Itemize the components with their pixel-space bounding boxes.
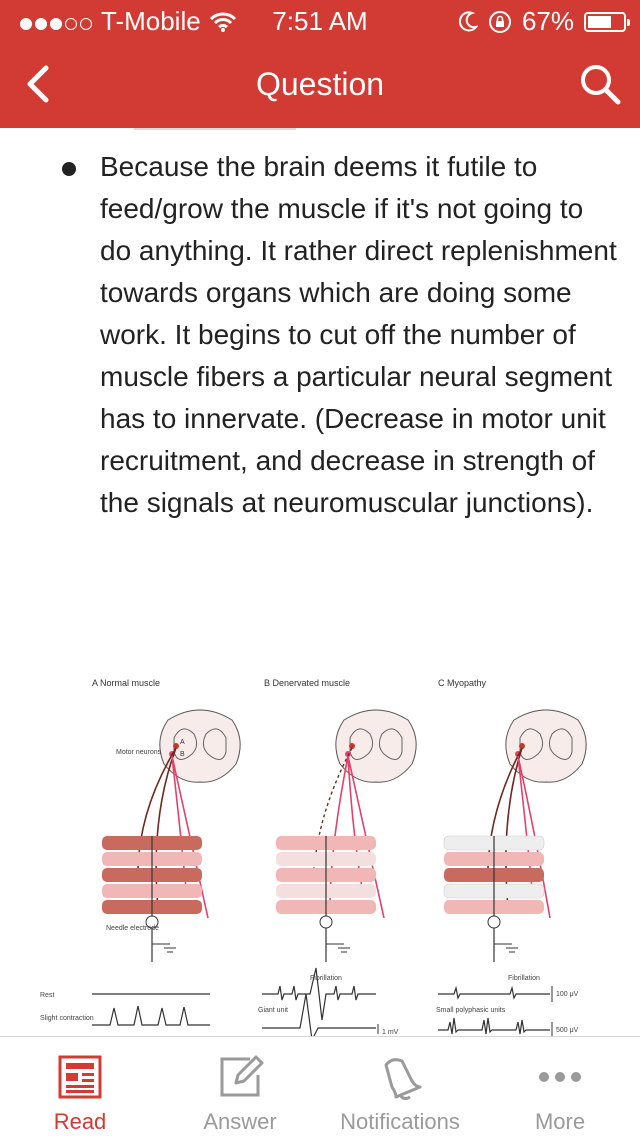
scale-1mv-label: 1 mV: [382, 1029, 399, 1036]
tab-read-label: Read: [53, 1109, 107, 1134]
small-polyphasic-label: Small polyphasic units: [436, 1007, 506, 1014]
panel-c-title: C Myopathy: [438, 678, 487, 688]
search-icon[interactable]: [578, 62, 622, 106]
tab-read[interactable]: Read: [0, 1037, 160, 1137]
panel-c-diagram: [443, 709, 587, 962]
panel-b-title: B Denervated muscle: [264, 678, 350, 688]
tab-more-label: More: [534, 1109, 586, 1134]
giant-unit-label: Giant unit: [258, 1007, 288, 1014]
scale-100uv-label: 100 μV: [556, 991, 579, 998]
bullet-marker: [62, 162, 76, 176]
fibrillation-label-c: Fibrillation: [508, 975, 540, 982]
needle-electrode-label: Needle electrode: [106, 925, 159, 932]
status-bar: T-Mobile 7:51 AM 67%: [0, 0, 640, 40]
tab-answer-label: Answer: [203, 1109, 277, 1134]
page-title: Question: [255, 66, 385, 102]
panel-a-diagram: A B Motor neurons Needle electrode: [102, 709, 241, 962]
panel-a-title: A Normal muscle: [92, 678, 160, 688]
panel-b-diagram: [276, 709, 417, 962]
answer-content[interactable]: Because the brain deems it futile to fee…: [0, 128, 640, 1036]
battery-icon: [584, 11, 630, 32]
moon-icon: [458, 10, 478, 31]
newspaper-icon: [58, 1055, 102, 1099]
orientation-lock-icon: [488, 10, 511, 33]
motor-neuron-label-b: B: [180, 751, 185, 758]
edit-icon: [220, 1055, 264, 1097]
app-header: T-Mobile 7:51 AM 67% Question: [0, 0, 640, 128]
slight-contraction-label: Slight contraction: [40, 1015, 94, 1022]
tab-more[interactable]: More: [480, 1037, 640, 1137]
more-dots-icon: [539, 1072, 581, 1082]
tab-answer[interactable]: Answer: [160, 1037, 320, 1137]
bell-icon: [384, 1058, 422, 1101]
battery-percent: 67%: [521, 6, 574, 36]
motor-neurons-label: Motor neurons: [116, 749, 162, 756]
emg-traces: Rest Slight contraction Fibrillation Gia…: [40, 967, 579, 1036]
tab-notifications[interactable]: Notifications: [320, 1037, 480, 1137]
tab-notifications-label: Notifications: [340, 1109, 460, 1134]
divider: [134, 128, 296, 130]
tab-bar: Read Answer Notifications More: [0, 1036, 640, 1137]
emg-figure: A Normal muscle B Denervated muscle C My…: [40, 678, 587, 1036]
fibrillation-label-b: Fibrillation: [310, 975, 342, 982]
motor-neuron-label-a: A: [180, 739, 185, 746]
answer-bullet-text: Because the brain deems it futile to fee…: [100, 151, 617, 518]
scale-500uv-label: 500 μV: [556, 1027, 579, 1034]
rest-label: Rest: [40, 992, 54, 999]
